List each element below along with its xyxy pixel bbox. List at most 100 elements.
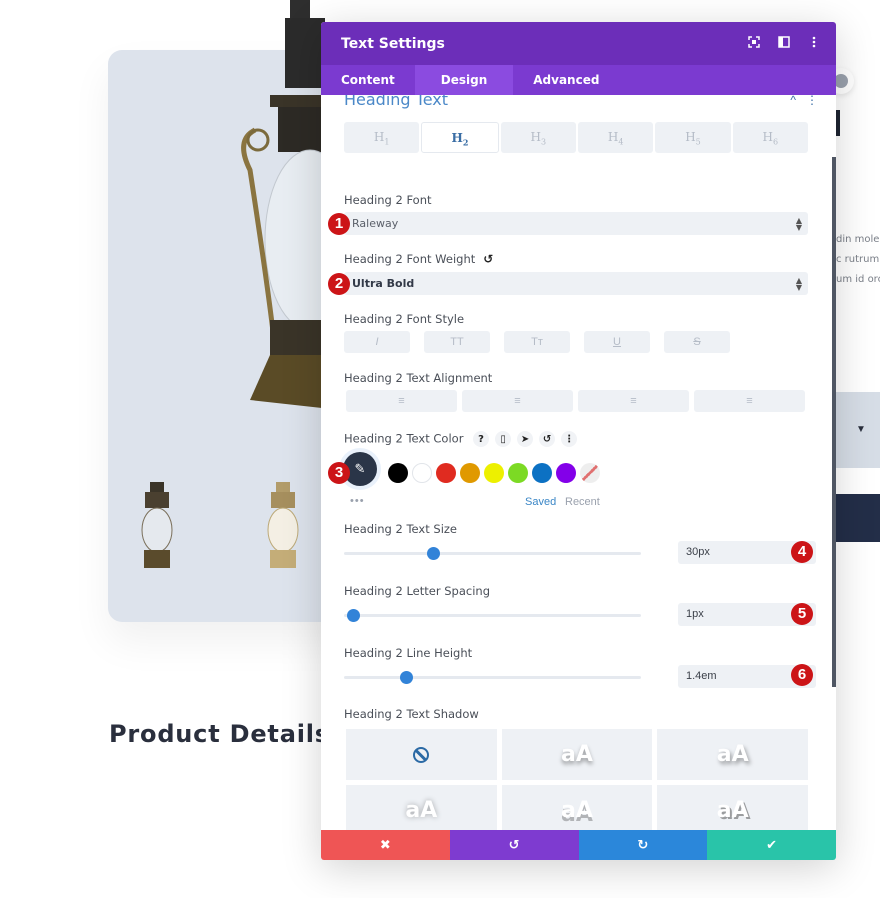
- text-alignment-label: Heading 2 Text Alignment: [344, 371, 493, 385]
- font-weight-label: Heading 2 Font Weight ↺: [344, 252, 493, 266]
- responsive-phone-icon[interactable]: ▯: [495, 431, 512, 447]
- updown-arrows-icon: ▲ ▼: [795, 216, 802, 232]
- underline-button[interactable]: U: [584, 331, 650, 353]
- text-color-label: Heading 2 Text Color ? ▯ ➤ ↺ ⋮: [344, 431, 578, 447]
- redo-button[interactable]: ↻: [578, 830, 708, 860]
- hover-cursor-icon[interactable]: ➤: [517, 431, 534, 447]
- strikethrough-button[interactable]: S: [664, 331, 730, 353]
- heading-tab-h4[interactable]: H4: [577, 122, 654, 153]
- scrollbar[interactable]: [832, 157, 836, 687]
- font-weight-label-text: Heading 2 Font Weight: [344, 252, 476, 266]
- updown-arrows-icon: ▲ ▼: [795, 276, 802, 292]
- product-option-select[interactable]: ▼: [836, 392, 880, 468]
- step-badge-5: 5: [791, 603, 813, 625]
- tab-design[interactable]: Design: [414, 65, 514, 95]
- heading-tab-label: H: [451, 131, 463, 145]
- recent-colors-tab[interactable]: Recent: [565, 496, 600, 508]
- close-icon: ✖: [379, 837, 391, 852]
- heading-tab-sub: 3: [541, 137, 547, 147]
- body-text-fragment: din mole: [836, 234, 880, 245]
- split-view-icon[interactable]: [778, 36, 790, 48]
- more-colors-button[interactable]: •••: [350, 495, 365, 507]
- color-swatch[interactable]: [460, 463, 480, 483]
- shadow-preset[interactable]: aA: [501, 729, 653, 780]
- heading-tab-label: H: [762, 130, 773, 144]
- text-size-slider[interactable]: [344, 547, 641, 560]
- section-options-icon[interactable]: ⋮: [806, 95, 818, 107]
- modal-header: Text Settings: [321, 22, 836, 65]
- step-badge-1: 1: [328, 213, 350, 235]
- lantern-thumbnail-dark[interactable]: [132, 480, 182, 572]
- heading-tab-sub: 5: [695, 137, 701, 147]
- modal-footer: ✖ ↺ ↻ ✔: [321, 830, 836, 860]
- color-swatch[interactable]: [436, 463, 456, 483]
- font-select[interactable]: Raleway ▲ ▼: [344, 212, 808, 235]
- heading-tab-h1[interactable]: H1: [344, 122, 420, 153]
- heading-tab-label: H: [530, 130, 541, 144]
- shadow-preset-none[interactable]: [346, 729, 497, 780]
- save-button[interactable]: ✔: [707, 830, 836, 860]
- font-select-value: Raleway: [352, 217, 399, 230]
- body-text-fragment: c rutrum: [836, 254, 880, 265]
- reset-icon[interactable]: ↺: [483, 252, 493, 266]
- tab-content[interactable]: Content: [321, 65, 415, 95]
- color-swatch[interactable]: [484, 463, 504, 483]
- heading-tab-h6[interactable]: H6: [732, 122, 808, 153]
- color-swatch[interactable]: [532, 463, 552, 483]
- slider-handle[interactable]: [346, 609, 360, 622]
- undo-button[interactable]: ↺: [449, 830, 579, 860]
- align-center-button[interactable]: ≡: [462, 390, 573, 412]
- focus-icon[interactable]: [748, 36, 760, 48]
- cancel-button[interactable]: ✖: [321, 830, 450, 860]
- settings-body: Heading Text ^ ⋮ H1 H2 H3 H4 H5 H6 Headi…: [321, 95, 836, 830]
- slider-handle[interactable]: [400, 671, 414, 684]
- heading-tab-h2[interactable]: H2: [421, 122, 499, 153]
- add-to-cart-button[interactable]: [836, 494, 880, 542]
- modal-title: Text Settings: [341, 35, 445, 52]
- slider-handle[interactable]: [427, 547, 441, 560]
- shadow-preset[interactable]: aA: [346, 785, 497, 830]
- step-badge-2: 2: [328, 273, 350, 295]
- eyedropper-icon: ✎: [354, 461, 366, 476]
- lantern-thumbnail-gold[interactable]: [258, 480, 308, 572]
- text-size-label: Heading 2 Text Size: [344, 522, 458, 536]
- tab-advanced[interactable]: Advanced: [513, 65, 619, 95]
- align-justify-button[interactable]: ≡: [694, 390, 805, 412]
- color-swatch[interactable]: [388, 463, 408, 483]
- heading-tab-label: H: [685, 130, 696, 144]
- heading-tab-label: H: [373, 130, 385, 144]
- step-badge-3: 3: [328, 462, 350, 484]
- color-swatch[interactable]: [556, 463, 576, 483]
- capitalize-button[interactable]: Tт: [504, 331, 570, 353]
- font-weight-select[interactable]: Ultra Bold ▲ ▼: [344, 272, 808, 295]
- letter-spacing-slider[interactable]: [344, 609, 641, 622]
- more-options-icon[interactable]: ⋮: [561, 431, 578, 447]
- line-height-slider[interactable]: [344, 671, 641, 684]
- shadow-preset[interactable]: aA: [501, 785, 653, 830]
- heading-tab-h5[interactable]: H5: [655, 122, 731, 153]
- section-title[interactable]: Heading Text: [344, 95, 448, 109]
- help-icon[interactable]: ?: [473, 431, 490, 447]
- collapse-chevron-icon[interactable]: ^: [790, 95, 796, 107]
- modal-tabs: Content Design Advanced: [321, 65, 836, 95]
- heading-tab-label: H: [607, 130, 619, 144]
- dropdown-arrow-icon: ▼: [856, 424, 866, 435]
- color-swatch[interactable]: [508, 463, 528, 483]
- check-icon: ✔: [766, 837, 778, 852]
- color-swatch[interactable]: [412, 463, 432, 483]
- italic-button[interactable]: I: [344, 331, 410, 353]
- more-options-icon[interactable]: [808, 36, 820, 48]
- align-left-button[interactable]: ≡: [346, 390, 457, 412]
- heading-tab-h3[interactable]: H3: [500, 122, 576, 153]
- line-height-label: Heading 2 Line Height: [344, 646, 473, 660]
- reset-icon[interactable]: ↺: [539, 431, 556, 447]
- page-heading-fragment: [836, 110, 840, 136]
- heading-tab-sub: 4: [618, 137, 624, 147]
- shadow-preset[interactable]: aA: [657, 785, 808, 830]
- align-right-button[interactable]: ≡: [578, 390, 689, 412]
- transparent-swatch[interactable]: [580, 463, 600, 483]
- shadow-preset[interactable]: aA: [657, 729, 808, 780]
- saved-colors-tab[interactable]: Saved: [525, 496, 556, 508]
- color-swatches: [388, 463, 600, 483]
- uppercase-button[interactable]: TT: [424, 331, 490, 353]
